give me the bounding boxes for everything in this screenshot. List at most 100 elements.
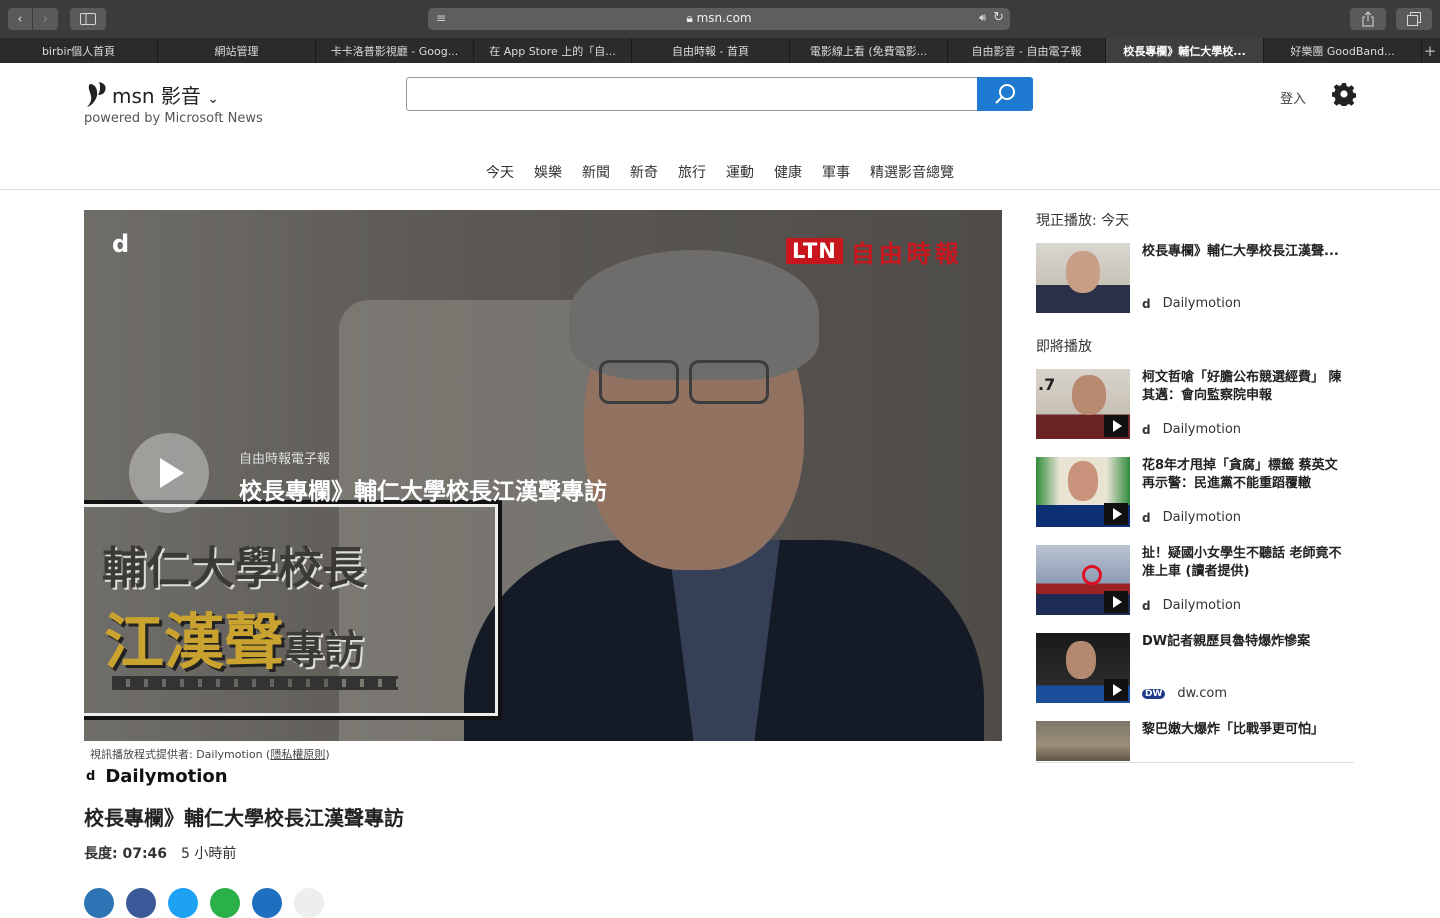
signin-link[interactable]: 登入 [1280, 88, 1306, 107]
thumb-face [1066, 641, 1096, 679]
nav-item-oddities[interactable]: 新奇 [620, 162, 668, 182]
dailymotion-icon: d [86, 769, 96, 784]
search-icon [995, 84, 1015, 104]
play-icon [160, 458, 184, 488]
browser-tab[interactable]: 在 App Store 上的「自... [474, 38, 632, 63]
item-title: 花8年才甩掉「貪腐」標籤 蔡英文再示警：民進黨不能重蹈覆轍 [1142, 458, 1338, 491]
provider-note: 視訊播放程式提供者: Dailymotion (隱私權原則) [90, 746, 330, 762]
sidebar-toggle-button[interactable] [70, 8, 106, 30]
video-thumbnail [1036, 545, 1130, 615]
item-source-name: Dailymotion [1162, 296, 1242, 311]
provider-brand[interactable]: d Dailymotion [86, 766, 228, 787]
browser-tab[interactable]: birbir個人首頁 [0, 38, 158, 63]
item-source: DW dw.com [1142, 686, 1227, 701]
video-age: 5 小時前 [181, 846, 237, 862]
gear-icon[interactable] [1332, 82, 1356, 106]
browser-tab[interactable]: 卡卡洛普影視廳 - Goog... [316, 38, 474, 63]
ltn-logo: LTN 自由時報 [786, 235, 963, 268]
ltn-name: 自由時報 [850, 238, 963, 268]
privacy-link[interactable]: 隱私權原則 [270, 748, 325, 761]
video-overlay-title: 校長專欄》輔仁大學校長江漢聲專訪 [239, 479, 607, 505]
nav-item-travel[interactable]: 旅行 [668, 162, 716, 182]
browser-tab[interactable]: 自由時報 - 首頁 [632, 38, 790, 63]
ltn-badge: LTN [786, 238, 843, 264]
logo-text: msn 影音 ⌄ [112, 80, 219, 109]
show-tabs-button[interactable] [1396, 8, 1432, 30]
up-next-label: 即將播放 [1036, 339, 1092, 355]
video-duration: 長度: 07:46 [84, 846, 168, 862]
play-icon [1104, 591, 1128, 613]
chevron-down-icon[interactable]: ⌄ [207, 91, 219, 107]
up-next-item[interactable]: DW記者親歷貝魯特爆炸慘案 DW dw.com [1036, 633, 1354, 705]
now-playing-item[interactable]: 校長專欄》輔仁大學校長江漢聲... d Dailymotion [1036, 243, 1354, 315]
browser-tab[interactable]: 好樂團 GoodBand... [1264, 38, 1422, 63]
video-meta: 長度: 07:46 5 小時前 [84, 843, 236, 863]
up-next-item[interactable]: 花8年才甩掉「貪腐」標籤 蔡英文再示警：民進黨不能重蹈覆轍 d Dailymoti… [1036, 457, 1354, 529]
browser-tab-active[interactable]: 校長專欄》輔仁大學校... [1106, 38, 1264, 63]
up-next-item[interactable]: .7 柯文哲嗆「好膽公布競選經費」 陳其邁：會向監察院申報 d Dailymoti… [1036, 369, 1354, 441]
play-button[interactable] [129, 433, 209, 513]
browser-tab[interactable]: 電影線上看 (免費電影... [790, 38, 948, 63]
browser-tab[interactable]: 網站管理 [158, 38, 316, 63]
thumb-face [1068, 461, 1098, 501]
search-input[interactable] [406, 77, 977, 111]
lock-icon: 🔒︎ [686, 11, 693, 25]
new-tab-button[interactable]: + [1422, 38, 1438, 63]
up-next-item[interactable]: 黎巴嫩大爆炸「比戰爭更可怕」 [1036, 721, 1354, 761]
chevron-left-icon: ‹ [17, 11, 23, 27]
dailymotion-icon: d [1142, 510, 1151, 525]
nav-item-sports[interactable]: 運動 [716, 162, 764, 182]
back-button[interactable]: ‹ [8, 8, 32, 30]
up-next-item[interactable]: 扯！疑國小女學生不聽話 老師竟不准上車 (讀者提供) d Dailymotion [1036, 545, 1354, 617]
item-source: d Dailymotion [1142, 422, 1241, 437]
item-title: 黎巴嫩大爆炸「比戰爭更可怕」 [1142, 722, 1325, 737]
address-bar[interactable]: ≡ 🔒︎ msn.com 🔊︎ ↻ [428, 8, 1010, 30]
title-card-line1: 輔仁大學校長 [102, 543, 366, 594]
provider-name: Dailymotion [105, 766, 228, 787]
dailymotion-icon: d [1142, 598, 1151, 613]
msn-butterfly-icon [87, 82, 106, 107]
video-title: 校長專欄》輔仁大學校長江漢聲專訪 [84, 806, 404, 830]
now-playing-label: 現正播放: 今天 [1036, 213, 1130, 229]
nav-item-health[interactable]: 健康 [764, 162, 812, 182]
dailymotion-logo: d [112, 230, 130, 258]
play-icon [1104, 679, 1128, 701]
share-button[interactable] [1350, 8, 1386, 30]
share-icon [1362, 11, 1374, 27]
url-label: msn.com [696, 11, 752, 25]
divider [0, 189, 1440, 190]
browser-toolbar: ‹ › ≡ 🔒︎ msn.com 🔊︎ ↻ [0, 0, 1440, 38]
speaker-icon[interactable]: 🔊︎ [979, 11, 986, 25]
item-source-name: Dailymotion [1162, 510, 1242, 525]
nav-item-military[interactable]: 軍事 [812, 162, 860, 182]
item-title: 校長專欄》輔仁大學校長江漢聲... [1142, 244, 1339, 259]
nav-item-featured[interactable]: 精選影音總覽 [860, 162, 964, 182]
item-title: 柯文哲嗆「好膽公布競選經費」 陳其邁：會向監察院申報 [1142, 370, 1342, 403]
thumb-circle [1082, 565, 1102, 585]
browser-tab[interactable]: 自由影音 - 自由電子報 [948, 38, 1106, 63]
play-icon [1104, 415, 1128, 437]
nav-item-today[interactable]: 今天 [476, 162, 524, 182]
nav-item-news[interactable]: 新聞 [572, 162, 620, 182]
facebook-icon[interactable] [126, 888, 156, 918]
email-icon[interactable] [252, 888, 282, 918]
social-share-row [84, 888, 324, 918]
title-card-name: 江漢聲 [104, 608, 284, 678]
item-source-name: Dailymotion [1162, 422, 1242, 437]
linkedin-icon[interactable] [84, 888, 114, 918]
search-button[interactable] [977, 77, 1033, 111]
provider-note-text: 視訊播放程式提供者: Dailymotion ( [90, 748, 271, 761]
more-share-icon[interactable] [294, 888, 324, 918]
category-nav: 今天 娛樂 新聞 新奇 旅行 運動 健康 軍事 精選影音總覽 [0, 162, 1440, 182]
thumb-face [1072, 375, 1106, 415]
forward-button[interactable]: › [33, 8, 58, 30]
line-icon[interactable] [210, 888, 240, 918]
item-source: d Dailymotion [1142, 296, 1241, 311]
reload-icon[interactable]: ↻ [993, 10, 1004, 25]
nav-item-entertainment[interactable]: 娛樂 [524, 162, 572, 182]
item-title: DW記者親歷貝魯特爆炸慘案 [1142, 634, 1311, 649]
chevron-right-icon: › [42, 11, 49, 27]
thumb-face [1066, 251, 1100, 293]
video-player[interactable]: d LTN 自由時報 輔仁大學校長 江漢聲專訪 自由時報電子報 校長專欄》輔仁大… [84, 210, 1002, 741]
twitter-icon[interactable] [168, 888, 198, 918]
